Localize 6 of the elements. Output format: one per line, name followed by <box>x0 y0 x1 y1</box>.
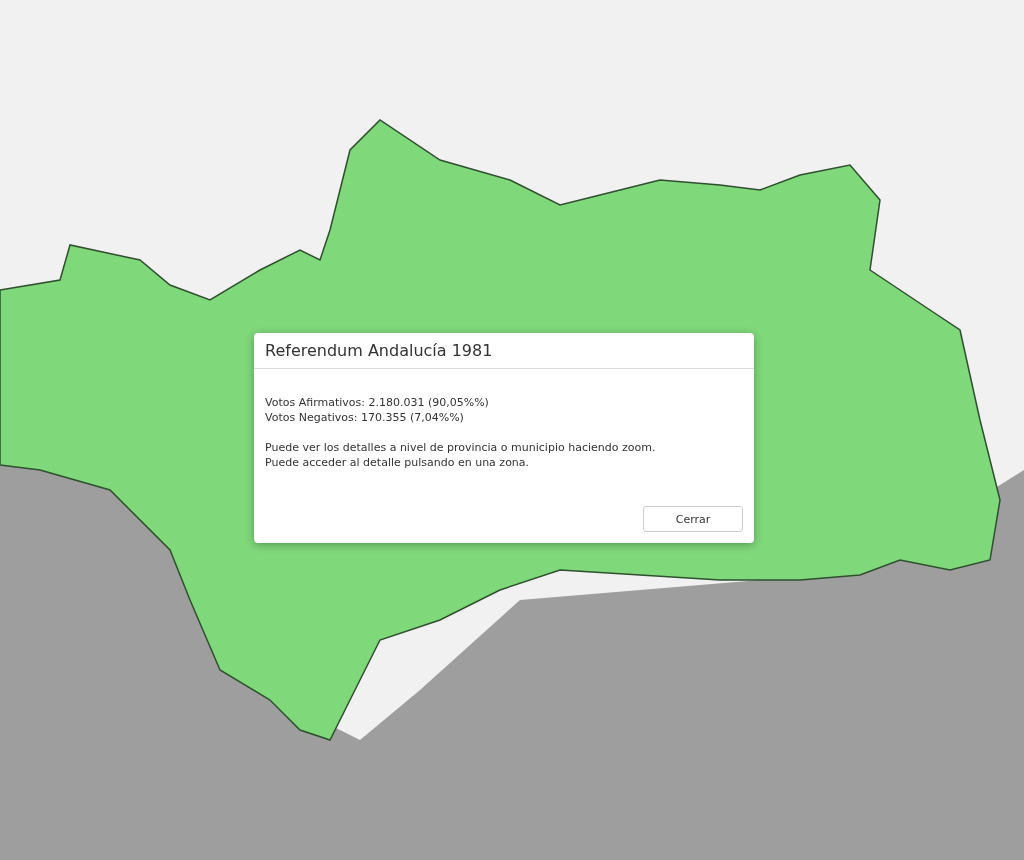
result-line: Votos Negativos: 170.355 (7,04%%) <box>265 410 465 425</box>
info-line: Puede acceder al detalle pulsando en una zona. <box>265 455 531 470</box>
dialog-title: Referendum Andalucía 1981 <box>254 333 754 369</box>
close-button[interactable]: Cerrar <box>643 506 743 532</box>
result-line: Votos Afirmativos: 2.180.031 (90,05%%) <box>265 395 490 410</box>
info-line: Puede ver los detalles a nivel de provincia o municipio haciendo zoom. <box>265 440 657 455</box>
